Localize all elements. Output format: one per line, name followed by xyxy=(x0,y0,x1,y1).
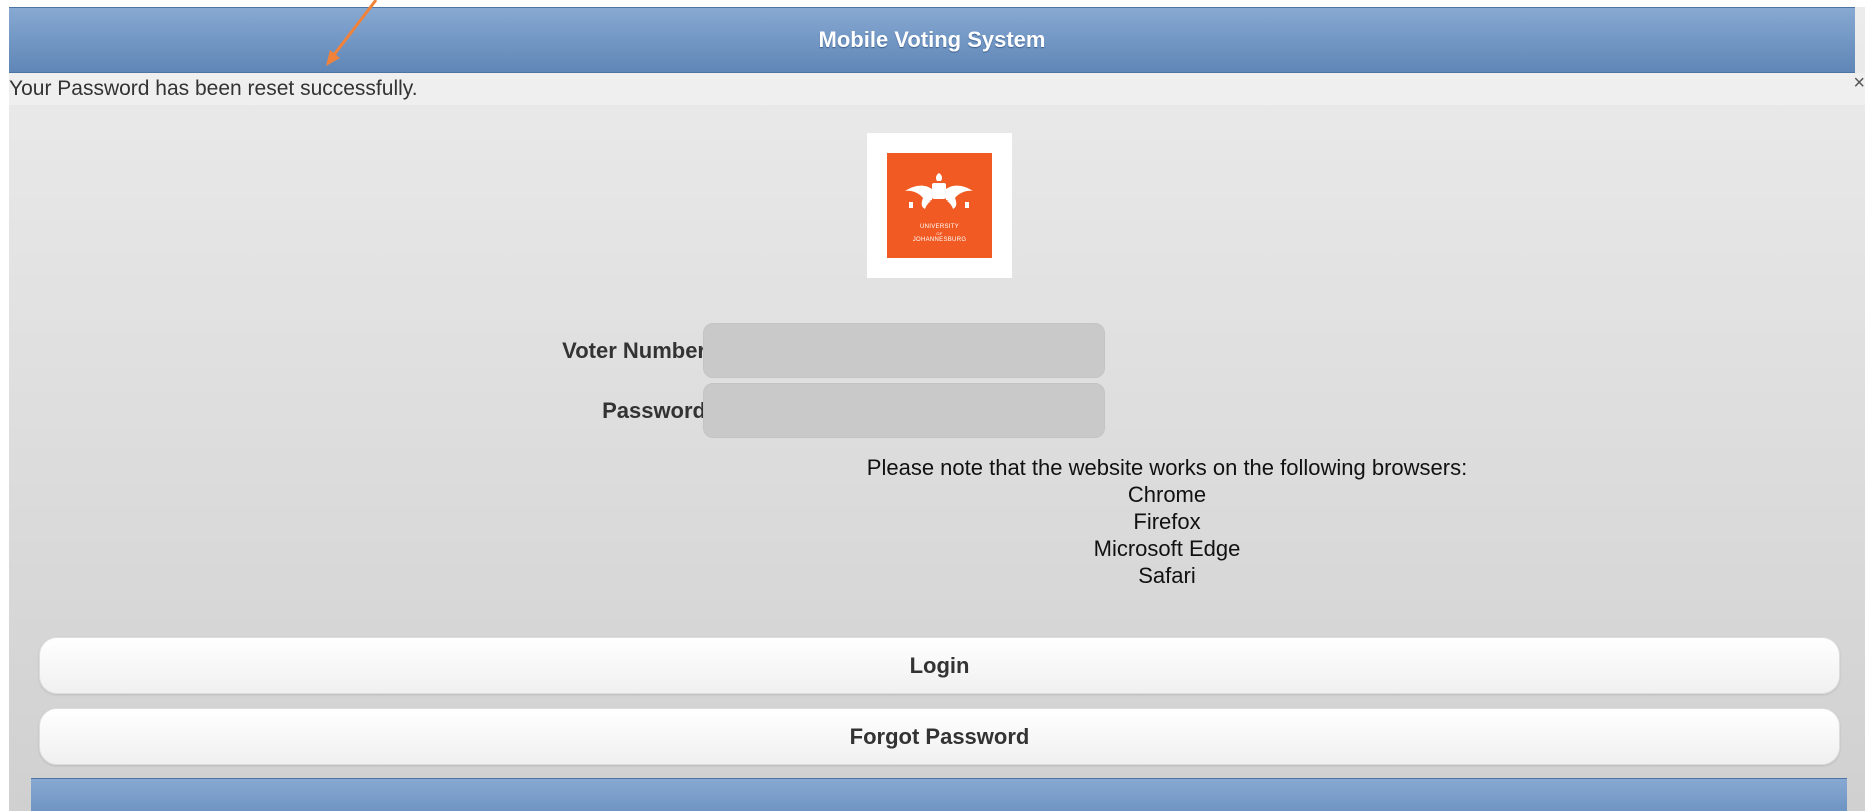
university-logo: UNIVERSITY OF JOHANNESBURG xyxy=(867,133,1012,278)
app-title: Mobile Voting System xyxy=(818,27,1046,52)
browser-note-intro: Please note that the website works on th… xyxy=(866,455,1468,480)
login-button[interactable]: Login xyxy=(39,637,1840,694)
password-reset-notice: Your Password has been reset successfull… xyxy=(9,72,1865,105)
logo-line-3: JOHANNESBURG xyxy=(912,237,967,243)
logo-wordmark: UNIVERSITY OF JOHANNESBURG xyxy=(887,223,992,244)
browser-item-safari: Safari xyxy=(1138,563,1196,588)
browser-item-chrome: Chrome xyxy=(1127,482,1207,507)
app-footer xyxy=(31,778,1847,811)
logo-line-1: UNIVERSITY xyxy=(919,224,959,230)
password-label: Password xyxy=(602,398,706,423)
annotation-arrow-icon xyxy=(326,0,378,66)
logo-emblem: UNIVERSITY OF JOHANNESBURG xyxy=(887,153,992,258)
browser-item-firefox: Firefox xyxy=(1133,509,1201,534)
browser-support-note: Please note that the website works on th… xyxy=(609,454,1725,589)
close-icon[interactable]: × xyxy=(1853,67,1865,99)
password-input[interactable] xyxy=(703,383,1105,438)
voter-number-label: Voter Number xyxy=(562,338,706,363)
forgot-password-button[interactable]: Forgot Password xyxy=(39,708,1840,765)
notice-message: Your Password has been reset successfull… xyxy=(9,77,418,100)
browser-item-edge: Microsoft Edge xyxy=(1093,536,1241,561)
login-page: Mobile Voting System Your Password has b… xyxy=(9,7,1865,811)
voter-number-input[interactable] xyxy=(703,323,1105,378)
crest-icon xyxy=(905,173,973,209)
app-header: Mobile Voting System xyxy=(9,7,1855,73)
